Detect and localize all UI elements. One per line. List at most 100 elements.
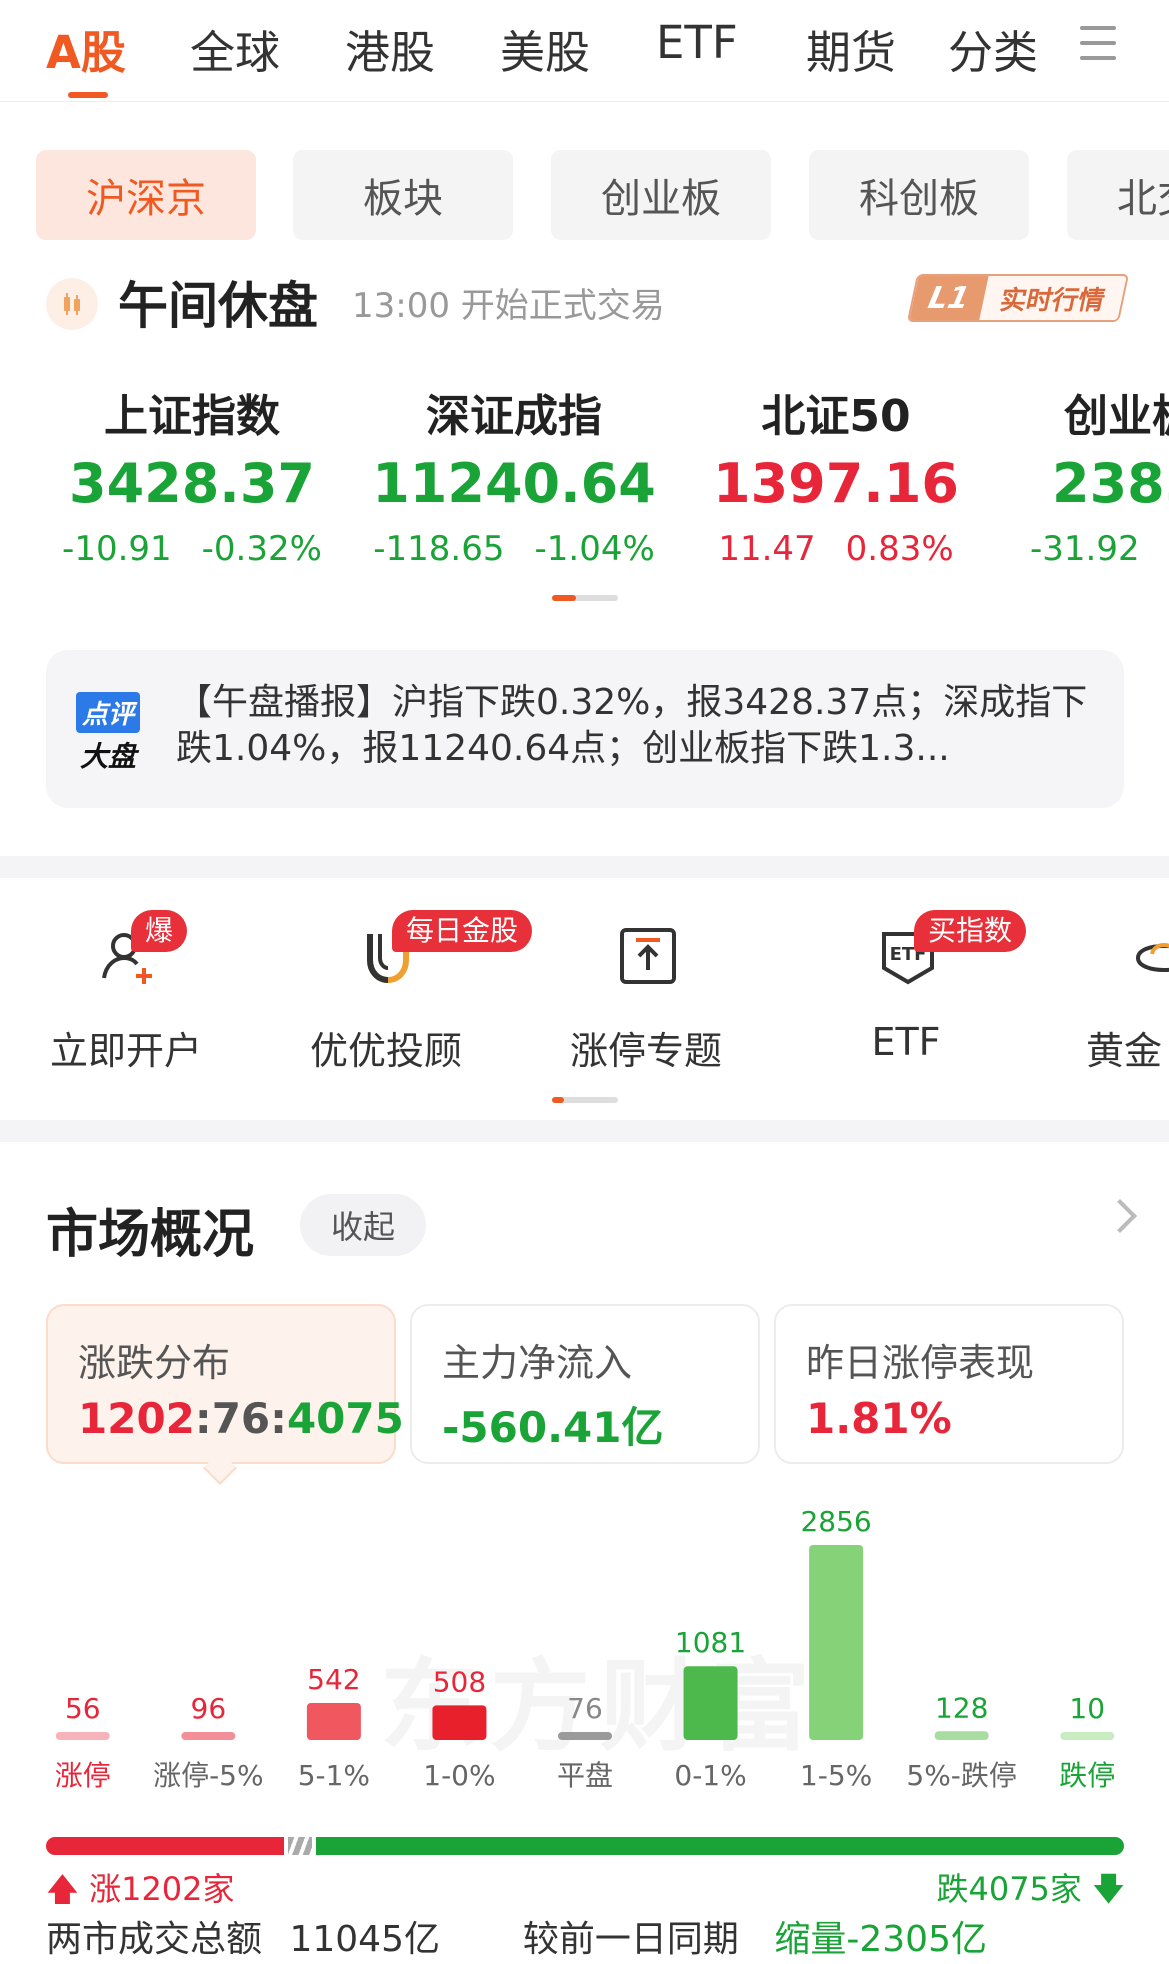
subtab-chinext[interactable]: 创业板 (551, 150, 771, 240)
stat-title: 主力净流入 (442, 1341, 633, 1385)
ratio-separator: : (270, 1394, 287, 1443)
category-label: 涨停-5% (153, 1759, 264, 1790)
index-carousel-indicator (552, 595, 618, 601)
menu-icon[interactable] (1080, 26, 1116, 60)
market-commentary-card[interactable]: 点评 大盘 【午盘播报】沪指下跌0.32%，报3428.37点；深成指下跌1.0… (46, 650, 1124, 808)
stat-card-net-inflow[interactable]: 主力净流入 -560.41亿 (410, 1304, 760, 1464)
tab-futures[interactable]: 期货 (806, 16, 896, 81)
bar-3 (432, 1705, 487, 1740)
compare-label: 较前一日同期 (522, 1919, 739, 1960)
bar-0 (55, 1732, 110, 1740)
index-card-sse[interactable]: 上证指数 3428.37 -10.91 -0.32% (42, 380, 342, 569)
index-change-abs: -118.65 (373, 529, 505, 569)
fall-total-text: 跌4075家 (936, 1870, 1082, 1908)
category-label: 平盘 (557, 1759, 613, 1790)
rise-fall-ratio-bar (46, 1837, 1124, 1855)
index-change-pct: -0.32% (201, 529, 322, 569)
fall-segment (316, 1837, 1124, 1855)
market-tab-bar: A股 全球 港股 美股 ETF 期货 分类 (0, 0, 1169, 102)
index-change: -31.92 (1030, 529, 1169, 569)
subtab-sectors[interactable]: 板块 (293, 150, 513, 240)
rise-total-text: 涨1202家 (89, 1870, 235, 1908)
shortcut-label: 黄金 (1086, 1029, 1163, 1070)
index-change: 11.47 0.83% (686, 529, 986, 569)
bar-value-label: 2856 (800, 1505, 871, 1538)
tab-a-shares[interactable]: A股 (46, 16, 126, 81)
rise-fall-distribution-chart: 56 涨停 96 涨停-5% 542 5-1% 508 1-0% 76 平盘 1081 0-1% 285… (55, 1505, 1115, 1790)
realtime-quote-badge[interactable]: L1 实时行情 (906, 274, 1130, 322)
shortcut-limit-up[interactable]: 涨停专题 (546, 910, 746, 1073)
bar-2 (306, 1702, 361, 1740)
shortcut-label: 立即开户 (49, 1029, 202, 1073)
arrow-down-icon: 🡇 (1092, 1870, 1125, 1908)
bar-5 (683, 1666, 738, 1740)
index-change-abs: -10.91 (62, 529, 172, 569)
shortcut-gold[interactable]: 黄金 (1066, 910, 1169, 1070)
subtab-beijing[interactable]: 北交 (1067, 150, 1169, 240)
rise-segment (46, 1837, 285, 1855)
active-tab-indicator (68, 92, 108, 98)
shortcut-label: 涨停专题 (569, 1029, 722, 1073)
index-change: -10.91 -0.32% (42, 529, 342, 569)
shortcut-open-account[interactable]: 爆 立即开户 (26, 910, 226, 1073)
index-value: 2385 (1052, 452, 1169, 515)
shortcut-carousel-indicator (552, 1097, 618, 1103)
l1-label: L1 (909, 276, 989, 320)
stat-title: 涨跌分布 (78, 1341, 231, 1385)
hot-badge: 爆 (131, 910, 188, 952)
bar-value-label: 96 (191, 1692, 227, 1725)
index-change-abs: 11.47 (718, 529, 816, 569)
buy-index-badge: 买指数 (914, 910, 1027, 952)
category-label: 5%-跌停 (906, 1759, 1017, 1790)
bar-7 (934, 1731, 989, 1740)
market-status-title: 午间休盘 (118, 277, 318, 335)
category-label: 涨停 (55, 1759, 111, 1790)
tab-categories[interactable]: 分类 (948, 16, 1038, 81)
bar-value-label: 10 (1069, 1692, 1105, 1725)
bar-value-label: 128 (935, 1691, 988, 1724)
index-value: 3428.37 (69, 452, 315, 515)
commentary-logo-bottom: 大盘 (80, 740, 137, 773)
stat-card-yesterday-limit-up[interactable]: 昨日涨停表现 1.81% (774, 1304, 1124, 1464)
compare-value: 缩量-2305亿 (774, 1919, 987, 1960)
arrow-up-icon: 🡅 (46, 1870, 79, 1908)
stat-card-distribution[interactable]: 涨跌分布 1202:76:4075 (46, 1304, 404, 1464)
shortcut-advisor[interactable]: 每日金股 优优投顾 (286, 910, 533, 1073)
turnover-value: 11045亿 (289, 1919, 440, 1960)
turnover-row: 两市成交总额 11045亿 较前一日同期 缩量-2305亿 (46, 1910, 1146, 1962)
bar-6 (809, 1545, 864, 1740)
flat-count: 76 (211, 1394, 271, 1443)
bar-value-label: 1081 (675, 1626, 746, 1659)
subtab-star-market[interactable]: 科创板 (809, 150, 1029, 240)
bar-4 (558, 1732, 612, 1740)
tab-hk-stocks[interactable]: 港股 (345, 16, 435, 81)
subtab-shanghai-shenzhen-beijing[interactable]: 沪深京 (36, 150, 256, 240)
fall-count: 4075 (286, 1394, 404, 1443)
market-overview-title: 市场概况 (46, 1205, 255, 1265)
turnover-label: 两市成交总额 (46, 1919, 263, 1960)
bar-value-label: 76 (567, 1692, 603, 1725)
index-name: 北证50 (761, 391, 911, 442)
index-name: 深证成指 (426, 391, 602, 442)
index-name: 上证指数 (104, 391, 280, 442)
index-card-chinext[interactable]: 创业板 2385 -31.92 (1030, 380, 1169, 569)
tab-global[interactable]: 全球 (190, 16, 280, 81)
section-divider (0, 1120, 1169, 1142)
bar-8 (1060, 1732, 1115, 1740)
index-name: 创业板 (1064, 391, 1169, 442)
index-change: -118.65 -1.04% (364, 529, 664, 569)
chevron-right-icon[interactable] (1103, 1199, 1137, 1233)
shortcut-label: ETF (871, 1020, 941, 1064)
stat-value: -560.41亿 (442, 1403, 664, 1452)
candlestick-icon (46, 278, 98, 330)
realtime-label: 实时行情 (979, 276, 1127, 320)
shortcut-etf[interactable]: ETF 买指数 ETF (806, 910, 1027, 1070)
index-change-pct: -1.04% (534, 529, 655, 569)
category-label: 1-5% (800, 1759, 872, 1790)
tab-us-stocks[interactable]: 美股 (500, 16, 590, 81)
index-value: 11240.64 (372, 452, 656, 515)
tab-etf[interactable]: ETF (656, 16, 738, 69)
collapse-button[interactable]: 收起 (300, 1194, 426, 1256)
index-card-szse[interactable]: 深证成指 11240.64 -118.65 -1.04% (364, 380, 664, 569)
index-card-bse50[interactable]: 北证50 1397.16 11.47 0.83% (686, 380, 986, 569)
